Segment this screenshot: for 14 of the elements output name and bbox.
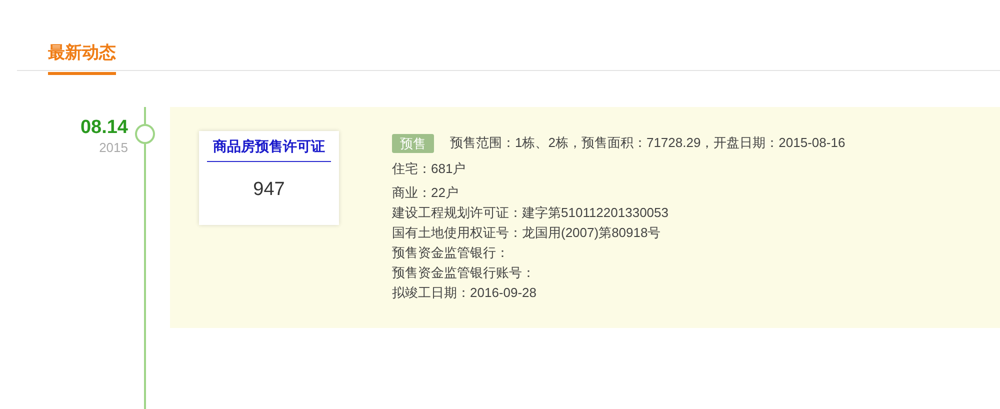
event-date: 08.14	[80, 117, 128, 139]
certificate-title: 商品房预售许可证	[213, 138, 325, 157]
detail-line: 国有土地使用权证号：龙国用(2007)第80918号	[392, 224, 662, 242]
detail-line: 预售资金监管银行：	[392, 244, 510, 262]
detail-line: 拟竣工日期：2016-09-28	[392, 284, 538, 302]
presale-summary: 预售范围：1栋、2栋，预售面积：71728.29，开盘日期：2015-08-16	[450, 134, 846, 152]
status-badge: 预售	[392, 134, 434, 152]
section-tab[interactable]: 最新动态	[48, 33, 116, 75]
detail-line: 建设工程规划许可证：建字第510112201330053	[392, 204, 670, 222]
detail-line: 住宅：681户	[392, 160, 467, 178]
event-year: 2015	[99, 139, 128, 157]
certificate-number: 947	[253, 178, 285, 202]
detail-line: 商业：22户	[392, 184, 460, 202]
detail-line: 预售资金监管银行账号：	[392, 264, 536, 282]
